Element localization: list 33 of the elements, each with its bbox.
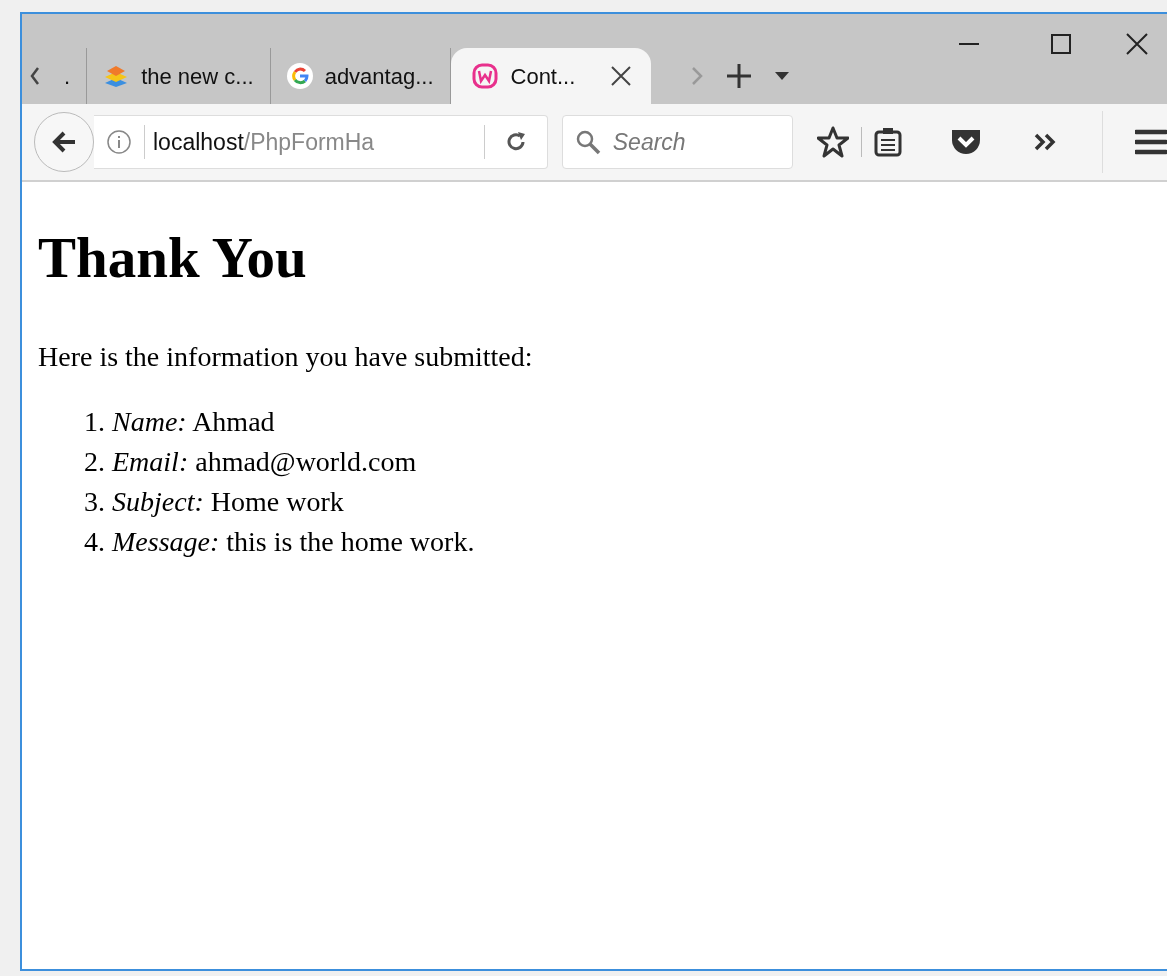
submitted-item: 1. Name: Ahmad bbox=[84, 405, 276, 439]
back-arrow-icon bbox=[51, 130, 77, 154]
submitted-item: 2. Email: ahmad@world.com bbox=[84, 445, 418, 479]
url-text: localhost/PhpFormHa bbox=[153, 127, 375, 157]
google-icon bbox=[286, 63, 313, 89]
search-input[interactable]: Search bbox=[612, 124, 773, 160]
info-icon[interactable] bbox=[106, 129, 132, 155]
star-icon[interactable] bbox=[817, 126, 849, 158]
minimize-icon bbox=[959, 43, 979, 45]
close-tab-icon[interactable] bbox=[611, 66, 632, 86]
dropdown-icon[interactable] bbox=[775, 72, 790, 80]
search-icon bbox=[574, 129, 601, 155]
maximize-icon bbox=[1051, 34, 1071, 54]
new-tab-icon[interactable] bbox=[727, 64, 752, 88]
submitted-item: 4. Message: this is the home work. bbox=[84, 525, 476, 559]
url-bar[interactable]: localhost/PhpFormHa bbox=[94, 115, 548, 169]
double-chevron-icon[interactable] bbox=[1034, 133, 1058, 151]
page-heading: Thank You bbox=[38, 226, 308, 290]
w-logo-icon bbox=[470, 62, 499, 90]
clipboard-icon[interactable] bbox=[874, 127, 902, 157]
search-field[interactable]: Search bbox=[561, 115, 793, 169]
tab-title: the new c... bbox=[141, 62, 254, 91]
reload-icon[interactable] bbox=[504, 131, 527, 153]
submitted-item: 3. Subject: Home work bbox=[84, 485, 345, 519]
browser-tab[interactable]: Cont... bbox=[450, 48, 652, 104]
tab-title: advantag... bbox=[324, 62, 434, 91]
tab-title: Cont... bbox=[510, 62, 576, 91]
menu-icon[interactable] bbox=[1135, 129, 1167, 155]
intro-text: Here is the information you have submitted: bbox=[38, 340, 534, 374]
pocket-icon[interactable] bbox=[950, 127, 982, 157]
close-icon bbox=[1126, 33, 1148, 55]
chevron-left-icon bbox=[30, 67, 40, 85]
tab-title: . bbox=[64, 62, 71, 91]
